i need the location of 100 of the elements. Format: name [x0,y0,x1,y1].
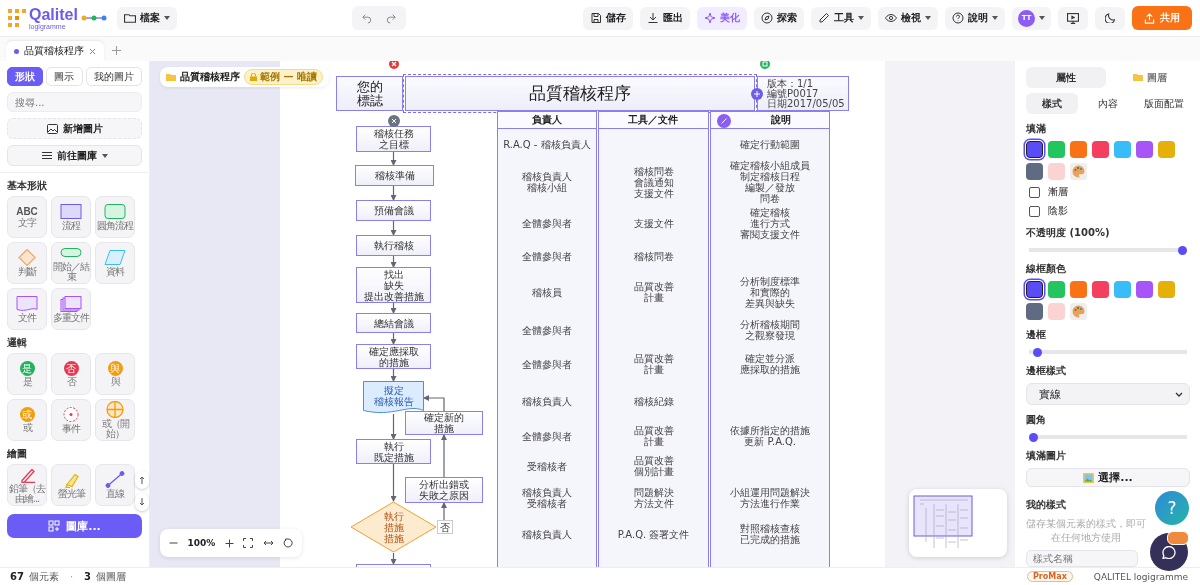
duplicate-handle[interactable] [760,61,770,69]
scroll-down-button[interactable] [135,493,149,511]
compass-icon [761,12,773,24]
shape-tile[interactable]: 或 或 [7,399,47,441]
color-swatch[interactable] [1092,141,1109,158]
section-title: 基本形狀 [7,179,48,193]
shape-tile[interactable]: 多重文件 [51,288,91,330]
color-swatch[interactable] [1026,141,1043,158]
shape-tile[interactable]: 否 否 [51,353,91,395]
reset-view-icon[interactable] [283,538,293,548]
cell-text: 分析制度標準 [740,275,801,287]
color-swatch[interactable] [1048,141,1065,158]
shape-tile[interactable]: 直線 [95,464,135,506]
shape-tile[interactable]: 螢光筆 [51,464,91,506]
file-menu[interactable]: 檔案 [117,6,177,30]
shape-tile[interactable]: 圓角流程 [95,196,135,238]
scroll-up-button[interactable] [135,471,149,489]
document-tab[interactable]: 品質稽核程序 [6,41,104,61]
panel-tab[interactable]: 屬性 [1026,67,1106,88]
shape-tile[interactable]: 與 與 [95,353,135,395]
shape-tile[interactable]: 或（開始） [95,399,135,441]
color-swatch[interactable] [1158,141,1175,158]
flow-arrow [390,220,397,236]
panel-tab[interactable]: 圖層 [1110,67,1190,88]
delete-handle[interactable] [389,61,399,69]
color-swatch[interactable] [1048,303,1065,321]
minimap[interactable] [909,489,1007,557]
tile-label: 判斷 [17,267,38,277]
fit-screen-icon[interactable] [243,538,254,548]
shape-tile[interactable]: 是 是 [7,353,47,395]
dark-mode-button[interactable] [1095,6,1125,30]
palette-icon[interactable] [1070,163,1087,180]
checkbox[interactable] [1029,205,1040,217]
toolbar-button[interactable]: 美化 [697,6,747,30]
flow-arrow [390,413,397,440]
color-swatch[interactable] [1158,281,1175,299]
shape-tile[interactable]: 資料 [95,242,135,284]
zoom-in-icon[interactable] [224,538,234,548]
color-swatch[interactable] [1070,281,1087,299]
remove-handle[interactable] [388,115,400,127]
panel-tab[interactable]: 圖示 [46,67,83,86]
color-swatch[interactable] [1048,163,1065,180]
fit-width-icon[interactable] [262,540,274,546]
color-swatch[interactable] [1136,281,1153,299]
shape-tile[interactable]: ABC 文字 [7,196,47,238]
color-swatch[interactable] [1026,163,1043,180]
color-swatch[interactable] [1070,141,1087,158]
cell-text: 支援文件 [633,187,674,199]
toolbar-button[interactable]: 儲存 [583,6,633,30]
close-icon[interactable] [89,47,96,55]
gallery-button[interactable]: 圖庫... [7,514,142,538]
style-name-field[interactable]: 樣式名稱 [1026,550,1138,567]
shape-tile[interactable]: 判斷 [7,242,47,284]
library-button[interactable]: 前往圖庫 [7,145,142,166]
panel-tab[interactable]: 我的圖片 [85,67,142,86]
share-button[interactable]: 共用 [1132,6,1192,30]
cell-text: 稽核小組 [526,182,567,193]
opacity-slider[interactable] [1029,246,1187,255]
shape-tile[interactable]: 事件 [51,399,91,441]
field-label: 邊框樣式 [1026,364,1066,379]
panel-subtab[interactable]: 版面配置 [1138,93,1190,114]
border-style-select[interactable]: 實線 [1026,383,1190,406]
present-button[interactable] [1058,6,1088,30]
color-swatch[interactable] [1114,141,1131,158]
panel-subtab[interactable]: 內容 [1082,93,1134,114]
toolbar-button[interactable]: 探索 [754,6,804,30]
add-handle[interactable] [751,88,763,100]
toolbar-button[interactable]: 匯出 [640,6,690,30]
color-swatch[interactable] [1026,281,1043,299]
shape-tile[interactable]: 開始／結束 [51,242,91,284]
help-button[interactable]: ? [1155,491,1189,525]
toolbar-button[interactable]: 工具 [811,6,871,30]
color-swatch[interactable] [1092,281,1109,299]
slider-thumb[interactable] [1033,348,1043,358]
add-tab-icon[interactable] [112,46,121,55]
palette-icon[interactable] [1070,303,1087,321]
node-text: 缺失 [383,279,404,291]
search-field[interactable]: 搜尋... [7,92,142,112]
shape-tile[interactable]: 鉛筆（去由繪... [7,464,47,506]
slider-thumb[interactable] [1029,433,1038,443]
color-swatch[interactable] [1136,141,1153,158]
shape-tile[interactable]: 流程 [51,196,91,238]
color-swatch[interactable] [1114,281,1131,299]
node-text: 執行 [383,510,404,522]
checkbox[interactable] [1029,186,1040,198]
document-info-line: 編號P0017 [767,88,819,99]
choose-image-button[interactable]: 選擇... [1026,468,1190,488]
toolbar-button[interactable]: 說明 [945,6,1005,30]
radius-slider[interactable] [1029,433,1187,442]
link-handle[interactable] [717,114,731,128]
panel-tab[interactable]: 形狀 [7,67,44,86]
color-swatch[interactable] [1026,303,1043,321]
field-label: 圓角 [1026,413,1046,428]
panel-subtab[interactable]: 樣式 [1026,93,1078,114]
logic-badge: 是 [19,361,35,376]
slider-thumb[interactable] [1178,246,1187,255]
shape-tile[interactable]: 文件 [7,288,47,330]
color-swatch[interactable] [1048,281,1065,299]
add-image-button[interactable]: 新增圖片 [7,118,142,139]
toolbar-button[interactable]: 檢視 [878,6,938,30]
